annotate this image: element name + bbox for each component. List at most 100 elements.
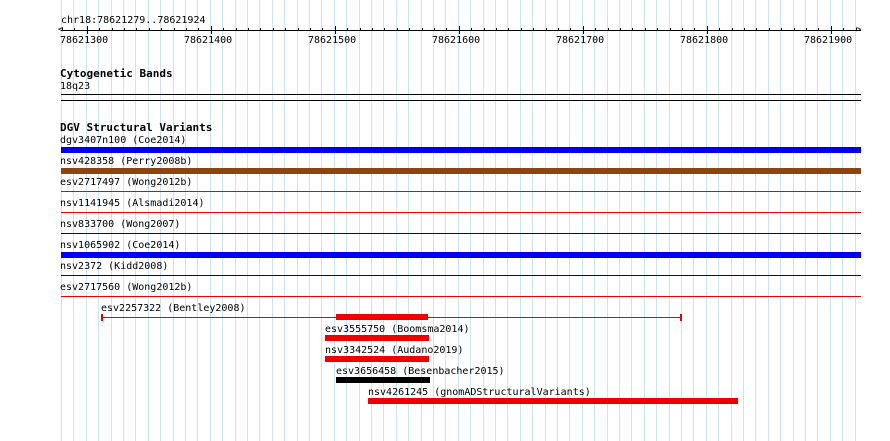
dgv-feature-line[interactable] xyxy=(61,212,861,213)
grid-line xyxy=(235,0,236,441)
grid-line xyxy=(805,0,806,441)
dgv-feature-bar[interactable] xyxy=(61,252,861,258)
grid-line xyxy=(222,0,223,441)
dgv-feature-bar[interactable] xyxy=(336,314,428,320)
ruler-minor-tick xyxy=(471,28,472,31)
grid-line xyxy=(334,0,335,441)
cytoband-label[interactable]: 18q23 xyxy=(60,81,90,92)
dgv-feature-label[interactable]: esv2257322 (Bentley2008) xyxy=(101,303,246,314)
ruler-minor-tick xyxy=(769,28,770,31)
ruler-minor-tick xyxy=(694,28,695,31)
dgv-feature-line[interactable] xyxy=(61,191,861,192)
ruler-minor-tick xyxy=(533,28,534,31)
cytoband-top-line xyxy=(61,94,861,95)
dgv-feature-bar[interactable] xyxy=(61,147,861,153)
grid-line xyxy=(681,0,682,441)
dgv-feature-label[interactable]: nsv428358 (Perry2008b) xyxy=(60,156,192,167)
ruler-minor-tick xyxy=(360,28,361,31)
grid-line xyxy=(545,0,546,441)
dgv-feature-label[interactable]: nsv4261245 (gnomADStructuralVariants) xyxy=(368,387,591,398)
grid-line xyxy=(619,0,620,441)
ruler-minor-tick xyxy=(347,28,348,31)
dgv-feature-bar[interactable] xyxy=(336,377,430,383)
ruler-minor-tick xyxy=(298,28,299,31)
ruler-minor-tick xyxy=(236,28,237,31)
grid-line xyxy=(247,0,248,441)
dgv-feature-label[interactable]: esv3555750 (Boomsma2014) xyxy=(325,324,470,335)
grid-line xyxy=(185,0,186,441)
dgv-feature-label[interactable]: nsv1065902 (Coe2014) xyxy=(60,240,180,251)
grid-line xyxy=(780,0,781,441)
ruler-minor-tick xyxy=(570,28,571,31)
dgv-feature-label[interactable]: esv2717497 (Wong2012b) xyxy=(60,177,192,188)
ruler-minor-tick xyxy=(149,28,150,31)
ruler-minor-tick xyxy=(794,28,795,31)
ruler-minor-tick xyxy=(756,28,757,31)
dgv-feature-label[interactable]: nsv3342524 (Audano2019) xyxy=(325,345,463,356)
grid-line xyxy=(644,0,645,441)
ruler-tick-label: 78621400 xyxy=(184,35,233,46)
dgv-feature-label[interactable]: esv3656458 (Besenbacher2015) xyxy=(336,366,505,377)
ruler-major-tick xyxy=(707,26,708,34)
grid-line xyxy=(520,0,521,441)
ruler-minor-tick xyxy=(484,28,485,31)
dgv-feature-label[interactable]: nsv1141945 (Alsmadi2014) xyxy=(60,198,205,209)
ruler-tick-label: 78621900 xyxy=(804,35,853,46)
ruler-minor-tick xyxy=(310,28,311,31)
dgv-feature-bar[interactable] xyxy=(368,398,738,404)
ruler-major-tick xyxy=(459,26,460,34)
dgv-feature-bar[interactable] xyxy=(61,168,861,174)
ruler-minor-tick xyxy=(645,28,646,31)
ruler-minor-tick xyxy=(632,28,633,31)
ruler-tick-label: 78621500 xyxy=(308,35,357,46)
ruler-minor-tick xyxy=(186,28,187,31)
ruler-minor-tick xyxy=(521,28,522,31)
dgv-feature-label[interactable]: dgv3407n100 (Coe2014) xyxy=(60,135,186,146)
grid-line xyxy=(743,0,744,441)
ruler-minor-tick xyxy=(781,28,782,31)
ruler-minor-tick xyxy=(248,28,249,31)
ruler-minor-tick xyxy=(409,28,410,31)
dgv-track-title: DGV Structural Variants xyxy=(60,121,213,134)
grid-line xyxy=(507,0,508,441)
grid-line xyxy=(706,0,707,441)
dgv-feature-bar[interactable] xyxy=(325,335,429,341)
ruler-minor-tick xyxy=(372,28,373,31)
grid-line xyxy=(731,0,732,441)
ruler-minor-tick xyxy=(136,28,137,31)
ruler-minor-tick xyxy=(508,28,509,31)
ruler-minor-tick xyxy=(620,28,621,31)
ruler-minor-tick xyxy=(818,28,819,31)
ruler-minor-tick xyxy=(384,28,385,31)
dgv-feature-line[interactable] xyxy=(61,233,861,234)
dgv-feature-start-cap xyxy=(101,314,103,321)
ruler-axis xyxy=(61,30,861,31)
ruler-major-tick xyxy=(583,26,584,34)
grid-line xyxy=(693,0,694,441)
ruler-minor-tick xyxy=(198,28,199,31)
ruler-minor-tick xyxy=(806,28,807,31)
ruler-minor-tick xyxy=(843,28,844,31)
grid-line xyxy=(656,0,657,441)
grid-line xyxy=(607,0,608,441)
grid-line xyxy=(842,0,843,441)
ruler-major-tick xyxy=(87,26,88,34)
dgv-feature-label[interactable]: nsv2372 (Kidd2008) xyxy=(60,261,168,272)
ruler-minor-tick xyxy=(434,28,435,31)
ruler-minor-tick xyxy=(546,28,547,31)
grid-line xyxy=(272,0,273,441)
dgv-feature-label[interactable]: nsv833700 (Wong2007) xyxy=(60,219,180,230)
ruler-tick-label: 78621800 xyxy=(680,35,729,46)
ruler-minor-tick xyxy=(682,28,683,31)
grid-line xyxy=(557,0,558,441)
grid-line xyxy=(297,0,298,441)
dgv-feature-bar[interactable] xyxy=(325,356,429,362)
dgv-feature-line[interactable] xyxy=(61,296,861,297)
dgv-feature-line[interactable] xyxy=(61,275,861,276)
ruler-minor-tick xyxy=(608,28,609,31)
ruler-tick-label: 78621700 xyxy=(556,35,605,46)
cytoband-track-title: Cytogenetic Bands xyxy=(60,67,173,80)
dgv-feature-label[interactable]: esv2717560 (Wong2012b) xyxy=(60,282,192,293)
ruler-minor-tick xyxy=(719,28,720,31)
grid-line xyxy=(210,0,211,441)
